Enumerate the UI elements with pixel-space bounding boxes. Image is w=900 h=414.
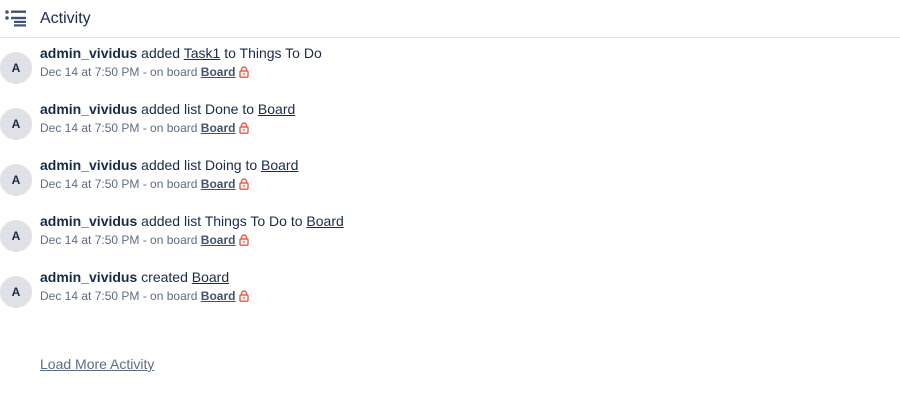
activity-target-link[interactable]: Task1 [184, 45, 221, 61]
activity-connector-text: to Things To Do [224, 45, 322, 61]
activity-timestamp: Dec 14 at 7:50 PM - on board [40, 177, 198, 191]
activity-meta: Dec 14 at 7:50 PM - on board Board [40, 120, 250, 136]
activity-entry: A admin_vividus created Board Dec 14 at … [0, 269, 900, 332]
activity-description: admin_vividus created Board [40, 267, 229, 287]
member-avatar[interactable]: A [0, 164, 32, 196]
activity-meta: Dec 14 at 7:50 PM - on board Board [40, 288, 250, 304]
activity-timestamp: Dec 14 at 7:50 PM - on board [40, 121, 198, 135]
board-link[interactable]: Board [201, 289, 236, 303]
member-avatar[interactable]: A [0, 52, 32, 84]
activity-action-text: added [141, 45, 181, 61]
activity-description: admin_vividus added list Things To Do to… [40, 211, 344, 231]
member-name[interactable]: admin_vividus [40, 45, 137, 61]
member-name[interactable]: admin_vividus [40, 101, 137, 117]
member-avatar[interactable]: A [0, 220, 32, 252]
activity-target-link[interactable]: Board [306, 213, 343, 229]
activity-target-link[interactable]: Board [192, 269, 229, 285]
load-more-activity-link[interactable]: Load More Activity [40, 355, 154, 373]
activity-timestamp: Dec 14 at 7:50 PM - on board [40, 65, 198, 79]
activity-meta: Dec 14 at 7:50 PM - on board Board [40, 64, 250, 80]
activity-action-text: added list Things To Do to [141, 213, 303, 229]
activity-list-icon [5, 10, 26, 27]
activity-timestamp: Dec 14 at 7:50 PM - on board [40, 233, 198, 247]
lock-icon [239, 234, 250, 246]
member-avatar[interactable]: A [0, 108, 32, 140]
activity-header: Activity [0, 0, 900, 38]
lock-icon [239, 178, 250, 190]
lock-icon [239, 290, 250, 302]
activity-target-link[interactable]: Board [261, 157, 298, 173]
board-link[interactable]: Board [201, 177, 236, 191]
board-link[interactable]: Board [201, 233, 236, 247]
lock-icon [239, 122, 250, 134]
activity-target-link[interactable]: Board [258, 101, 295, 117]
activity-action-text: added list Doing to [141, 157, 258, 173]
board-link[interactable]: Board [201, 65, 236, 79]
activity-description: admin_vividus added list Doing to Board [40, 155, 298, 175]
member-avatar[interactable]: A [0, 276, 32, 308]
member-name[interactable]: admin_vividus [40, 213, 137, 229]
lock-icon [239, 66, 250, 78]
activity-meta: Dec 14 at 7:50 PM - on board Board [40, 176, 250, 192]
activity-action-text: added list Done to [141, 101, 255, 117]
member-name[interactable]: admin_vividus [40, 157, 137, 173]
activity-timestamp: Dec 14 at 7:50 PM - on board [40, 289, 198, 303]
board-link[interactable]: Board [201, 121, 236, 135]
activity-meta: Dec 14 at 7:50 PM - on board Board [40, 232, 250, 248]
activity-title: Activity [40, 10, 91, 27]
member-name[interactable]: admin_vividus [40, 269, 137, 285]
activity-description: admin_vividus added list Done to Board [40, 99, 295, 119]
activity-panel: Activity A admin_vividus added Task1 to … [0, 0, 900, 414]
activity-action-text: created [141, 269, 188, 285]
activity-description: admin_vividus added Task1 to Things To D… [40, 43, 322, 63]
